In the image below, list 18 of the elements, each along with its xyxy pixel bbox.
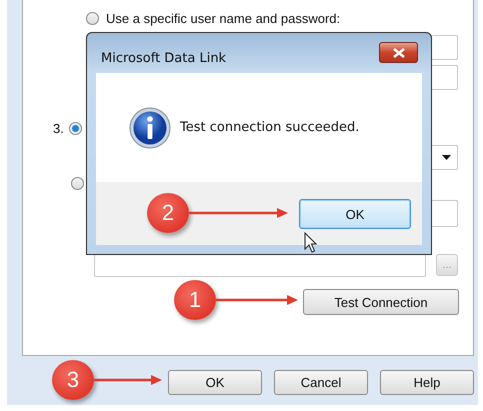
dialog-title: Microsoft Data Link xyxy=(101,50,226,66)
radio-button[interactable] xyxy=(71,176,84,190)
arrow xyxy=(94,375,162,385)
message-text: Test connection succeeded. xyxy=(180,120,360,135)
ok-button[interactable]: OK xyxy=(299,199,411,229)
close-icon xyxy=(392,48,404,58)
close-button[interactable] xyxy=(379,42,418,63)
info-icon xyxy=(129,106,171,148)
input-field[interactable] xyxy=(94,253,426,277)
caret-icon xyxy=(442,155,451,160)
radio-button[interactable] xyxy=(86,12,99,24)
dialog-button[interactable]: Cancel xyxy=(274,370,368,395)
dialog-button[interactable]: Help xyxy=(380,370,474,395)
radio-button[interactable] xyxy=(68,122,82,134)
test-connection-button[interactable]: Test Connection xyxy=(303,289,459,315)
dialog-button[interactable]: OK xyxy=(168,370,262,395)
radio-label: Use a specific user name and password: xyxy=(106,10,340,26)
step-number: 3. xyxy=(53,120,64,136)
